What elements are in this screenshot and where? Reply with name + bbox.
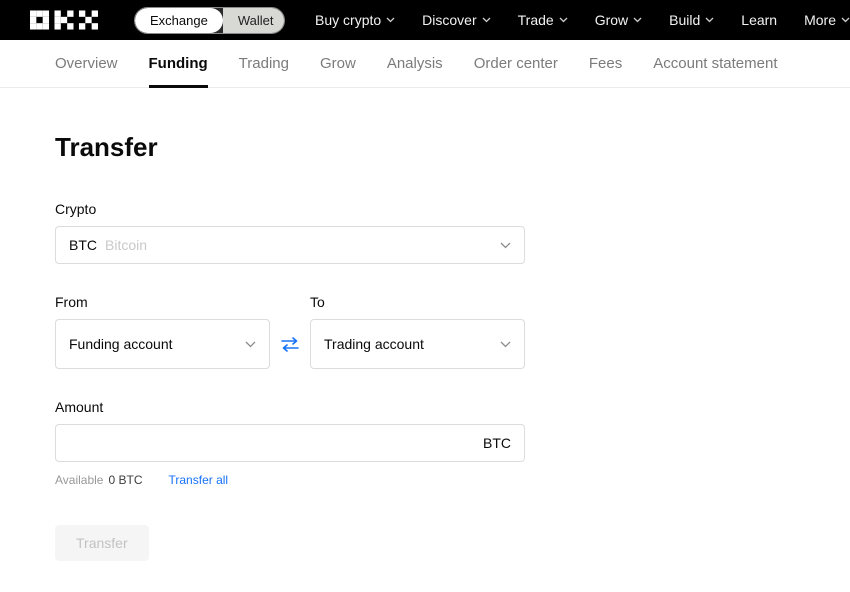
transfer-form: Transfer Crypto BTC Bitcoin From Funding… — [0, 88, 850, 561]
top-header: Exchange Wallet Buy crypto Discover Trad… — [0, 0, 850, 40]
nav-trade-label: Trade — [517, 12, 554, 28]
to-label: To — [310, 294, 325, 310]
tab-account-statement[interactable]: Account statement — [653, 40, 777, 87]
nav-trade[interactable]: Trade — [518, 12, 568, 28]
amount-field: BTC — [55, 424, 525, 462]
crypto-symbol: BTC — [69, 237, 97, 253]
crypto-select[interactable]: BTC Bitcoin — [55, 226, 525, 264]
from-label: From — [55, 294, 88, 310]
tab-trading[interactable]: Trading — [239, 40, 289, 87]
exchange-wallet-toggle: Exchange Wallet — [134, 6, 286, 34]
chevron-down-icon — [482, 17, 491, 23]
main-nav: Buy crypto Discover Trade Grow Build Lea… — [315, 12, 850, 28]
available-row: Available 0 BTC Transfer all — [55, 473, 850, 487]
tab-overview[interactable]: Overview — [55, 40, 118, 87]
okx-logo[interactable] — [30, 10, 98, 30]
nav-build-label: Build — [669, 12, 701, 28]
okx-logo-icon — [30, 10, 98, 30]
exchange-toggle-button[interactable]: Exchange — [135, 7, 223, 33]
chevron-down-icon — [245, 335, 256, 353]
nav-grow[interactable]: Grow — [595, 12, 642, 28]
amount-label: Amount — [55, 399, 104, 415]
available-value: 0 BTC — [108, 473, 143, 487]
nav-buy-crypto[interactable]: Buy crypto — [315, 12, 395, 28]
tab-grow[interactable]: Grow — [320, 40, 356, 87]
from-column: From Funding account — [55, 294, 270, 369]
chevron-down-icon — [705, 17, 714, 23]
available-label: Available — [55, 473, 104, 487]
tab-funding[interactable]: Funding — [148, 40, 208, 88]
amount-currency-suffix: BTC — [483, 435, 511, 451]
nav-build[interactable]: Build — [669, 12, 714, 28]
chevron-down-icon — [841, 17, 850, 23]
nav-learn[interactable]: Learn — [741, 12, 777, 28]
nav-discover[interactable]: Discover — [422, 12, 491, 28]
from-account-select[interactable]: Funding account — [55, 319, 270, 369]
chevron-down-icon — [559, 17, 568, 23]
to-account-value: Trading account — [324, 336, 424, 352]
nav-more-label: More — [804, 12, 836, 28]
chevron-down-icon — [633, 17, 642, 23]
crypto-label: Crypto — [55, 201, 97, 217]
tab-fees[interactable]: Fees — [589, 40, 622, 87]
tab-order-center[interactable]: Order center — [474, 40, 558, 87]
nav-buy-crypto-label: Buy crypto — [315, 12, 382, 28]
from-account-value: Funding account — [69, 336, 173, 352]
account-tabbar: Overview Funding Trading Grow Analysis O… — [0, 40, 850, 88]
nav-grow-label: Grow — [594, 12, 629, 28]
page-title: Transfer — [55, 132, 158, 162]
swap-direction-button[interactable] — [270, 319, 310, 369]
from-to-row: From Funding account To Trading account — [55, 294, 850, 369]
chevron-down-icon — [500, 335, 511, 353]
tab-analysis[interactable]: Analysis — [387, 40, 443, 87]
to-column: To Trading account — [310, 294, 525, 369]
crypto-name: Bitcoin — [105, 237, 148, 253]
transfer-submit-button[interactable]: Transfer — [55, 525, 149, 561]
amount-input[interactable] — [69, 434, 475, 452]
swap-arrows-icon — [281, 336, 299, 352]
nav-more[interactable]: More — [804, 12, 850, 28]
nav-learn-label: Learn — [741, 12, 778, 28]
chevron-down-icon — [386, 17, 395, 23]
transfer-all-link[interactable]: Transfer all — [169, 473, 229, 487]
chevron-down-icon — [500, 236, 511, 254]
to-account-select[interactable]: Trading account — [310, 319, 525, 369]
wallet-toggle-button[interactable]: Wallet — [222, 7, 285, 33]
nav-discover-label: Discover — [422, 12, 477, 28]
